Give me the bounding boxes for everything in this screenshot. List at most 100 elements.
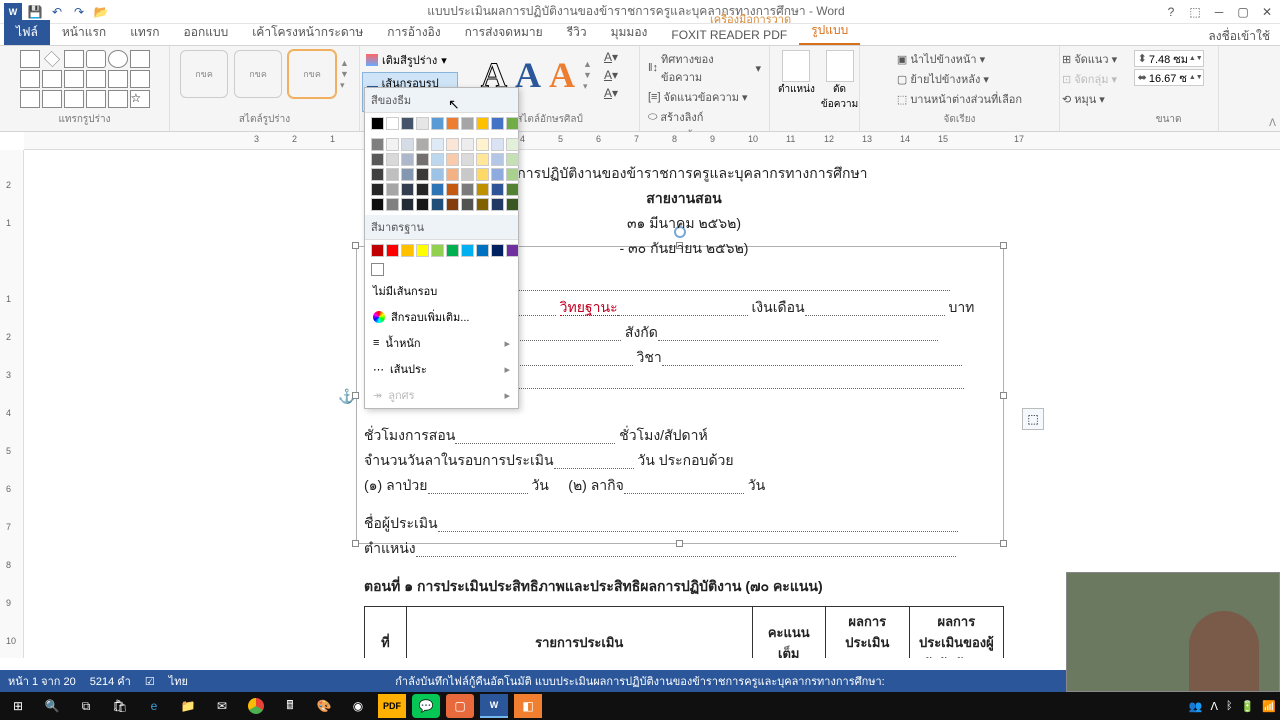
evaluation-table: ที่ รายการประเมิน คะแนนเต็ม ผลการประเมิน… (364, 606, 1004, 658)
text-outline-icon[interactable]: A▾ (604, 68, 618, 82)
theme-tints-grid[interactable] (365, 134, 518, 215)
tab-format[interactable]: รูปแบบ (799, 18, 860, 45)
ruler-horizontal[interactable]: 321 123 456 789 101112 131415 17 (24, 132, 1280, 150)
standard-colors-row[interactable] (365, 240, 518, 261)
wifi-icon[interactable]: 📶 (1262, 700, 1276, 713)
word-count[interactable]: 5214 คำ (90, 672, 131, 690)
ribbon: ☆ แทรกรูปร่าง กขค กขค กขค ▲ ▼ ▾ สไตล์รูป… (0, 46, 1280, 132)
page-status[interactable]: หน้า 1 จาก 20 (8, 672, 76, 690)
minimize-icon[interactable]: ─ (1210, 3, 1228, 21)
align-text-button[interactable]: [≡] จัดแนวข้อความ ▾ (648, 88, 761, 106)
paint-icon[interactable]: 🎨 (310, 694, 338, 718)
text-effects-icon[interactable]: A▾ (604, 86, 618, 100)
recorder-icon[interactable]: ▢ (446, 694, 474, 718)
store-icon[interactable]: 🛍 (106, 694, 134, 718)
tab-mailings[interactable]: การส่งจดหมาย (453, 20, 555, 45)
collapse-ribbon-icon[interactable]: ᐱ (1269, 118, 1276, 129)
save-icon[interactable]: 💾 (26, 3, 44, 21)
undo-icon[interactable]: ↶ (48, 3, 66, 21)
text-direction-button[interactable]: ‖↕ ทิศทางของข้อความ ▾ (648, 50, 761, 86)
create-link-button[interactable]: ⬭ สร้างลิงก์ (648, 108, 761, 126)
bluetooth-icon[interactable]: ᛒ (1226, 700, 1233, 712)
maximize-icon[interactable]: ▢ (1234, 3, 1252, 21)
group-wordart-label: สไตล์อักษรศิลป์ (516, 110, 583, 127)
text-fill-icon[interactable]: A▾ (604, 50, 618, 64)
gallery-down-icon[interactable]: ▼ (340, 69, 349, 79)
taskbar: ⊞ 🔍 ⧉ 🛍 e 📁 ✉ 🖩 🎨 ◉ PDF 💬 ▢ W ◧ 👥 ᐱ ᛒ 🔋 … (0, 692, 1280, 720)
bring-forward-button[interactable]: ▣ นำไปข้างหน้า ▾ (897, 50, 1022, 68)
pdf-icon[interactable]: PDF (378, 694, 406, 718)
wrap-text-button[interactable]: ตัดข้อความ (821, 50, 858, 112)
dashes-item[interactable]: ⋯ เส้นประ▸ (365, 356, 518, 382)
edge-icon[interactable]: e (140, 694, 168, 718)
search-icon[interactable]: 🔍 (38, 694, 66, 718)
tab-insert[interactable]: แทรก (118, 20, 171, 45)
rotate-button[interactable]: ⟲ หมุน ▾ (1062, 90, 1117, 108)
position-button[interactable]: ตำแหน่ง (778, 50, 815, 97)
tab-file[interactable]: ไฟล์ (4, 20, 50, 45)
ribbon-display-icon[interactable]: ⬚ (1186, 3, 1204, 21)
group-size-label: ขนาด (1156, 110, 1182, 127)
tab-layout[interactable]: เค้าโครงหน้ากระดาษ (240, 20, 375, 45)
group-shapes-label: แทรกรูปร่าง (58, 110, 110, 127)
resize-handle[interactable] (352, 540, 359, 547)
webcam-overlay (1066, 572, 1280, 692)
align-button[interactable]: ⊞ จัดแนว ▾ (1062, 50, 1117, 68)
start-icon[interactable]: ⊞ (4, 694, 32, 718)
selection-pane-button[interactable]: ⬚ บานหน้าต่างส่วนที่เลือก (897, 90, 1022, 108)
wa-down-icon[interactable]: ▼ (583, 70, 592, 80)
tab-review[interactable]: รีวิว (555, 20, 599, 45)
theme-colors-row[interactable] (365, 113, 518, 134)
recent-color-swatch[interactable] (371, 263, 384, 276)
taskview-icon[interactable]: ⧉ (72, 694, 100, 718)
wa-more-icon[interactable]: ▾ (583, 81, 592, 92)
shape-styles-gallery[interactable]: กขค กขค กขค (180, 50, 336, 98)
no-outline-item[interactable]: ไม่มีเส้นกรอบ (365, 278, 518, 304)
system-tray[interactable]: 👥 ᐱ ᛒ 🔋 📶 (1189, 700, 1276, 713)
gallery-up-icon[interactable]: ▲ (340, 58, 349, 68)
resize-handle[interactable] (352, 392, 359, 399)
tab-foxit[interactable]: FOXIT READER PDF (659, 25, 799, 45)
ribbon-tabs: ไฟล์ หน้าแรก แทรก ออกแบบ เค้าโครงหน้ากระ… (0, 24, 1280, 46)
battery-icon[interactable]: 🔋 (1241, 700, 1255, 713)
help-icon[interactable]: ? (1162, 3, 1180, 21)
autosave-message: กำลังบันทึกไฟล์กู้คืนอัตโนมัติ แบบประเมิ… (395, 672, 884, 690)
line-icon[interactable]: 💬 (412, 694, 440, 718)
tab-view[interactable]: มุมมอง (599, 20, 660, 45)
language-status[interactable]: ไทย (169, 672, 188, 690)
close-icon[interactable]: ✕ (1258, 3, 1276, 21)
tab-design[interactable]: ออกแบบ (172, 20, 241, 45)
chrome-icon[interactable] (242, 694, 270, 718)
app-icon[interactable]: ◧ (514, 694, 542, 718)
spell-check-icon[interactable]: ☑ (145, 675, 155, 688)
shapes-gallery[interactable]: ☆ (20, 50, 150, 108)
explorer-icon[interactable]: 📁 (174, 694, 202, 718)
calculator-icon[interactable]: 🖩 (276, 694, 304, 718)
wa-up-icon[interactable]: ▲ (583, 59, 592, 69)
word-taskbar-icon[interactable]: W (480, 694, 508, 718)
redo-icon[interactable]: ↷ (70, 3, 88, 21)
send-backward-button[interactable]: ▢ ย้ายไปข้างหลัง ▾ (897, 70, 1022, 88)
width-input[interactable]: ⬌ ▲▼ (1134, 69, 1204, 86)
theme-colors-header: สีของธีม (365, 88, 518, 113)
standard-colors-header: สีมาตรฐาน (365, 215, 518, 240)
weight-item[interactable]: ≡ น้ำหนัก▸ (365, 330, 518, 356)
resize-handle[interactable] (352, 242, 359, 249)
height-input[interactable]: ⬍ ▲▼ (1134, 50, 1204, 67)
word-icon: W (4, 3, 22, 21)
signin-link[interactable]: ลงชื่อเข้าใช้ (1208, 27, 1270, 46)
shape-fill-button[interactable]: เติมสีรูปร่าง ▾ (362, 50, 458, 70)
group-button[interactable]: ⊡ จัดกลุ่ม ▾ (1062, 70, 1117, 88)
people-icon[interactable]: 👥 (1189, 700, 1203, 713)
media-icon[interactable]: ◉ (344, 694, 372, 718)
ruler-vertical[interactable]: 21 123 456 78910 (0, 150, 24, 658)
tab-references[interactable]: การอ้างอิง (375, 20, 452, 45)
mail-icon[interactable]: ✉ (208, 694, 236, 718)
open-icon[interactable]: 📂 (92, 3, 110, 21)
gallery-more-icon[interactable]: ▾ (340, 80, 349, 91)
group-styles-label: สไตล์รูปร่าง (239, 110, 290, 127)
tab-home[interactable]: หน้าแรก (50, 20, 118, 45)
more-colors-item[interactable]: สีกรอบเพิ่มเติม... (365, 304, 518, 330)
tray-up-icon[interactable]: ᐱ (1210, 700, 1218, 713)
layout-options-icon[interactable]: ⬚ (1022, 408, 1044, 430)
